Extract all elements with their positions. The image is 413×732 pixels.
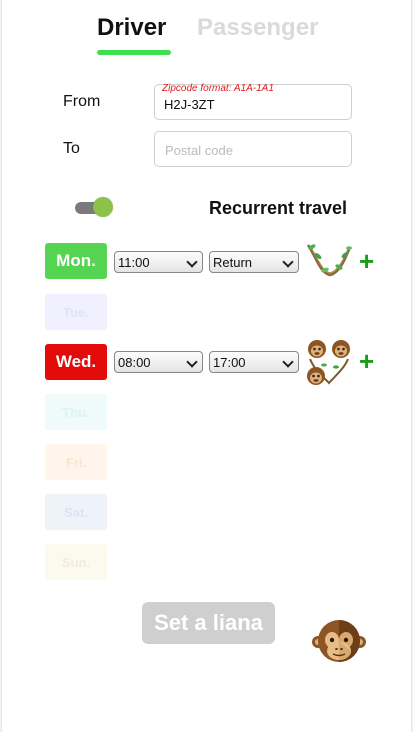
- tab-driver[interactable]: Driver: [97, 14, 166, 42]
- toggle-knob: [93, 197, 113, 217]
- mon-return-select[interactable]: Return: [209, 251, 299, 273]
- from-input[interactable]: [164, 97, 344, 112]
- chevron-down-icon: [186, 356, 198, 368]
- tab-passenger[interactable]: Passenger: [197, 14, 318, 42]
- to-label: To: [63, 140, 80, 157]
- to-input[interactable]: [165, 143, 345, 158]
- day-sun[interactable]: Sun.: [45, 544, 107, 580]
- day-mon[interactable]: Mon.: [45, 243, 107, 279]
- wed-depart-value: 08:00: [118, 355, 151, 370]
- mon-depart-value: 11:00: [118, 255, 150, 270]
- monkeys-icon[interactable]: [306, 339, 352, 387]
- day-wed[interactable]: Wed.: [45, 344, 107, 380]
- day-tue[interactable]: Tue.: [45, 294, 107, 330]
- mon-return-value: Return: [213, 255, 253, 270]
- mon-add-button[interactable]: +: [359, 248, 374, 274]
- from-field[interactable]: Zipcode format: A1A-1A1: [154, 83, 352, 120]
- mon-depart-select[interactable]: 11:00: [114, 251, 203, 273]
- day-sat[interactable]: Sat.: [45, 494, 107, 530]
- from-label: From: [63, 93, 101, 110]
- chevron-down-icon: [282, 356, 294, 368]
- liana-icon[interactable]: [306, 243, 352, 279]
- wed-return-value: 17:00: [213, 355, 246, 370]
- chevron-down-icon: [186, 256, 198, 268]
- to-field[interactable]: [154, 131, 352, 167]
- day-thu[interactable]: Thu.: [45, 394, 107, 430]
- active-tab-underline: [97, 50, 171, 55]
- zipcode-format-hint: Zipcode format: A1A-1A1: [162, 83, 274, 94]
- recurrent-travel-label: Recurrent travel: [209, 198, 348, 218]
- recurrent-toggle[interactable]: [75, 197, 113, 217]
- wed-return-select[interactable]: 17:00: [209, 351, 299, 373]
- wed-add-button[interactable]: +: [359, 348, 374, 374]
- chevron-down-icon: [282, 256, 294, 268]
- monkey-face-icon[interactable]: [312, 618, 366, 668]
- app-page: Driver Passenger From Zipcode format: A1…: [1, 0, 412, 732]
- day-fri[interactable]: Fri.: [45, 444, 107, 480]
- wed-depart-select[interactable]: 08:00: [114, 351, 203, 373]
- set-liana-button[interactable]: Set a liana: [142, 602, 275, 644]
